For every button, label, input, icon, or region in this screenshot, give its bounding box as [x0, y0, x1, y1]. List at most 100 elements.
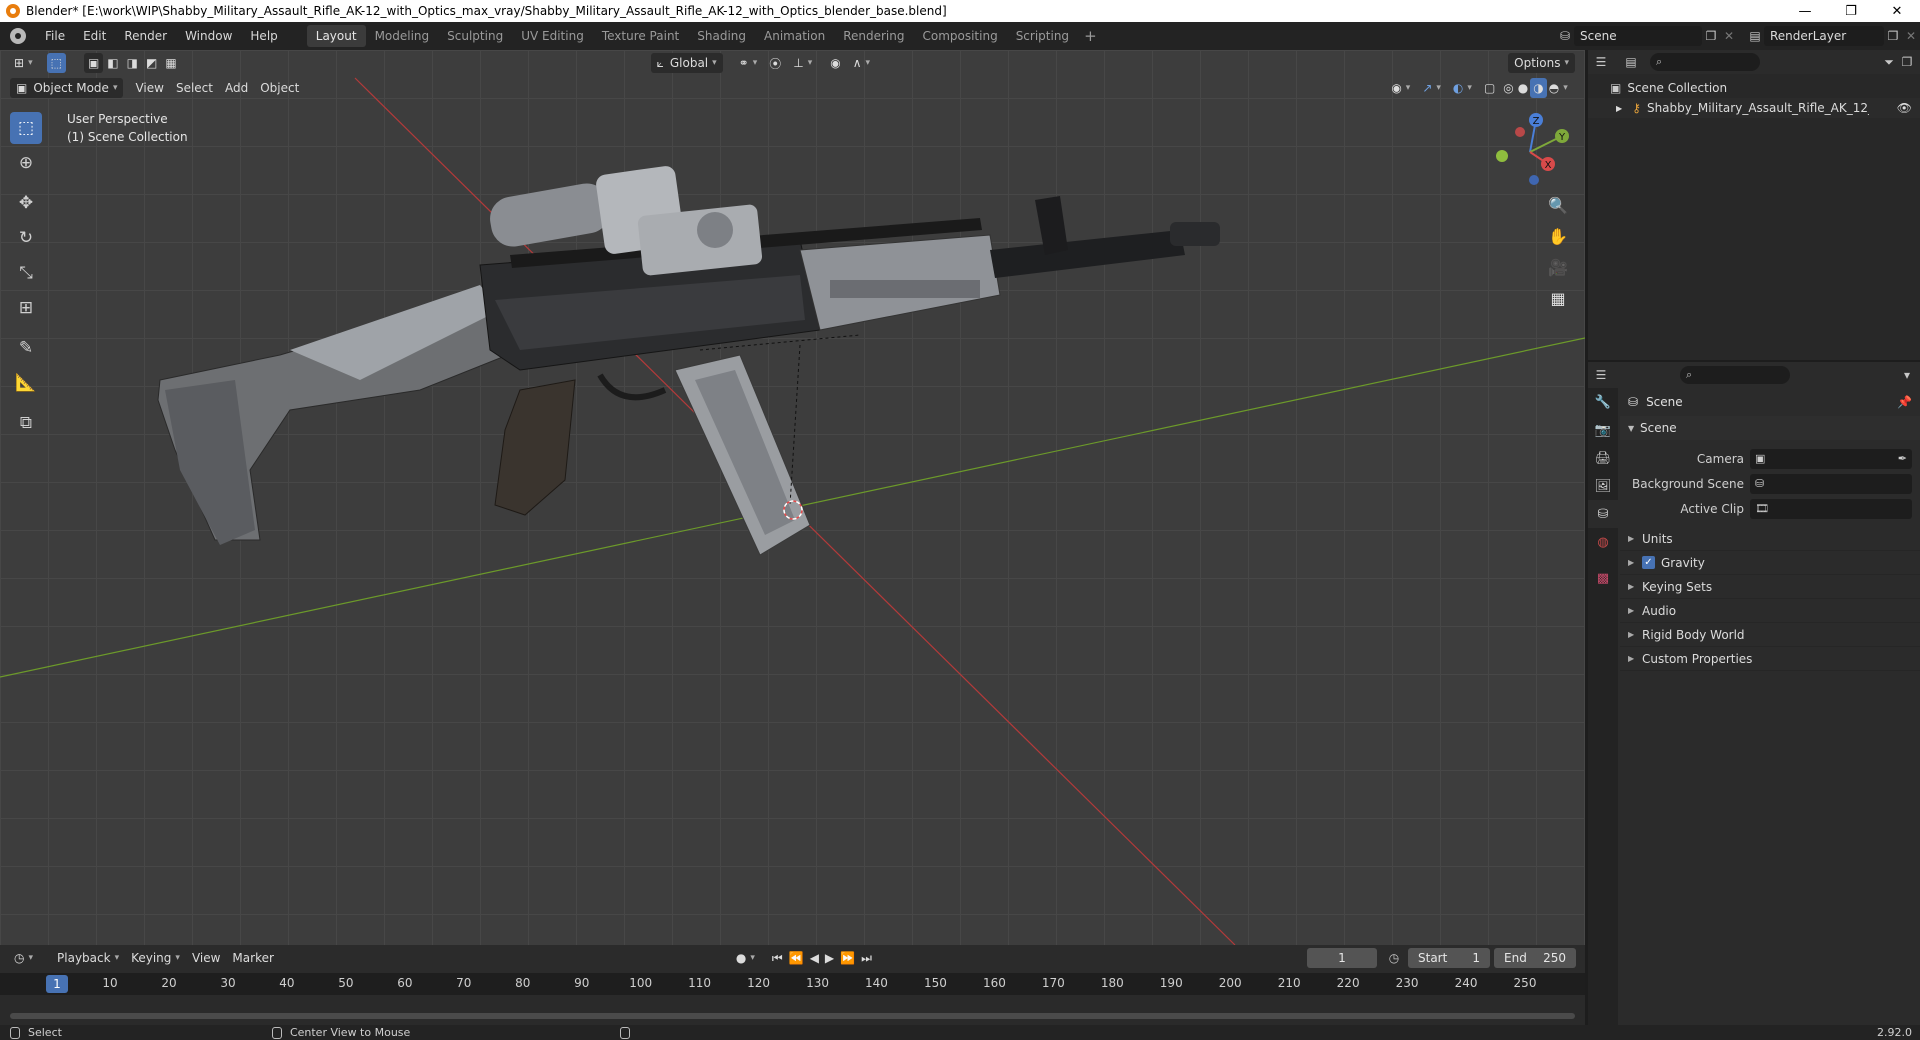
tool-tab-icon[interactable]: 🔧 — [1588, 388, 1618, 416]
texture-tab-icon[interactable]: ▩ — [1588, 564, 1618, 592]
scale-tool-icon[interactable]: ⤡ — [10, 257, 42, 289]
menu-view[interactable]: View — [129, 78, 169, 98]
active-clip-field[interactable]: 🎞 — [1750, 498, 1912, 519]
tab-rendering[interactable]: Rendering — [834, 25, 913, 47]
annotate-tool-icon[interactable]: ✎ — [10, 332, 42, 364]
timeline-view-menu[interactable]: View — [186, 948, 226, 968]
use-preview-range-icon[interactable]: ◷ — [1385, 949, 1403, 967]
maximize-button[interactable]: ❐ — [1828, 0, 1874, 22]
gizmo-toggle-icon[interactable]: ↗ ▾ — [1416, 78, 1447, 98]
close-button[interactable]: ✕ — [1874, 0, 1920, 22]
outliner-scene-collection[interactable]: ▣ Scene Collection — [1588, 78, 1920, 98]
filter-icon[interactable]: ⏷ — [1880, 53, 1898, 71]
eyedropper-icon[interactable]: ✒ — [1898, 452, 1907, 465]
tab-uv-editing[interactable]: UV Editing — [512, 25, 593, 47]
new-collection-icon[interactable]: ❐ — [1898, 53, 1916, 71]
properties-search-input[interactable]: ⌕ — [1680, 366, 1790, 384]
camera-view-icon[interactable]: 🎥 — [1545, 254, 1571, 280]
view-layer-tab-icon[interactable]: 🖼 — [1588, 472, 1618, 500]
panel-keying-sets[interactable]: ▶ Keying Sets — [1620, 575, 1920, 599]
outliner-object-row[interactable]: ▶ ⚷ Shabby_Military_Assault_Rifle_AK_12_… — [1588, 98, 1920, 118]
tab-shading[interactable]: Shading — [688, 25, 755, 47]
material-shading-icon[interactable]: ◑ — [1530, 78, 1547, 98]
select-mode-invert-icon[interactable]: ◩ — [142, 53, 161, 73]
pan-hand-icon[interactable]: ✋ — [1545, 223, 1571, 249]
timeline-body[interactable] — [0, 995, 1585, 1025]
properties-editor-type-icon[interactable]: ☰ — [1592, 366, 1610, 384]
add-cube-tool-icon[interactable]: ⧉ — [10, 407, 42, 439]
tab-compositing[interactable]: Compositing — [913, 25, 1006, 47]
render-tab-icon[interactable]: 📷 — [1588, 416, 1618, 444]
jump-end-icon[interactable]: ⏭ — [858, 948, 875, 968]
view-layer-field[interactable]: RenderLayer — [1764, 26, 1884, 46]
perspective-toggle-icon[interactable]: ▦ — [1545, 285, 1571, 311]
tab-modeling[interactable]: Modeling — [366, 25, 439, 47]
zoom-icon[interactable]: 🔍 — [1545, 192, 1571, 218]
navigation-gizmo[interactable]: Z Y X — [1490, 112, 1570, 192]
proportional-edit-icon[interactable]: ◉ — [824, 53, 846, 73]
menu-help[interactable]: Help — [241, 22, 286, 50]
menu-edit[interactable]: Edit — [74, 22, 115, 50]
panel-audio[interactable]: ▶ Audio — [1620, 599, 1920, 623]
visibility-eye-icon[interactable]: 👁 — [1897, 101, 1912, 115]
menu-select[interactable]: Select — [170, 78, 219, 98]
jump-keyframe-back-icon[interactable]: ⏪ — [786, 948, 807, 968]
snap-target-icon[interactable]: ⊥ ▾ — [787, 53, 818, 73]
transform-orientation-dropdown[interactable]: ⟀ Global ▾ — [650, 53, 723, 73]
playback-menu[interactable]: Playback ▾ — [51, 948, 125, 968]
tab-texture-paint[interactable]: Texture Paint — [593, 25, 688, 47]
scene-tab-icon[interactable]: ⛁ — [1588, 500, 1618, 528]
panel-units[interactable]: ▶ Units — [1620, 527, 1920, 551]
measure-tool-icon[interactable]: 📐 — [10, 367, 42, 399]
cursor-tool-icon[interactable]: ⊕ — [10, 147, 42, 179]
proportional-falloff-icon[interactable]: ∧ ▾ — [847, 53, 876, 73]
tab-layout[interactable]: Layout — [306, 25, 366, 47]
play-reverse-icon[interactable]: ◀ — [807, 948, 822, 968]
current-frame-field[interactable]: 1 — [1307, 948, 1377, 968]
marker-menu[interactable]: Marker — [226, 948, 279, 968]
wireframe-shading-icon[interactable]: ◎ — [1501, 78, 1515, 98]
timeline-scrollbar[interactable] — [10, 1013, 1575, 1019]
transform-tool-icon[interactable]: ⊞ — [10, 292, 42, 324]
tab-animation[interactable]: Animation — [755, 25, 834, 47]
tab-sculpting[interactable]: Sculpting — [438, 25, 512, 47]
background-scene-field[interactable]: ⛁ — [1750, 473, 1912, 494]
timeline-ruler[interactable]: 1 10 20 30 40 50 60 70 80 90 100 110 120 130 140 150 160… — [0, 973, 1585, 995]
editor-type-button[interactable]: ⊞ ▾ — [8, 53, 39, 73]
scene-panel-header[interactable]: ▼ Scene — [1620, 416, 1920, 440]
scene-icon[interactable]: ⛁ — [1556, 27, 1574, 45]
panel-gravity[interactable]: ▶ ✓ Gravity — [1620, 551, 1920, 575]
end-frame-field[interactable]: End 250 — [1494, 948, 1576, 968]
expand-arrow-icon[interactable]: ▶ — [1616, 104, 1622, 113]
snap-toggle-icon[interactable]: ⦿ — [763, 53, 787, 73]
rotate-tool-icon[interactable]: ↻ — [10, 222, 42, 254]
properties-options-icon[interactable]: ▾ — [1898, 366, 1916, 384]
camera-field[interactable]: ▣ ✒ — [1750, 448, 1912, 469]
panel-rigid-body-world[interactable]: ▶ Rigid Body World — [1620, 623, 1920, 647]
move-tool-icon[interactable]: ✥ — [10, 187, 42, 219]
display-mode-icon[interactable]: ▤ — [1622, 53, 1640, 71]
3d-viewport[interactable]: ⊞ ▾ ⬚ ▣ ◧ ◨ ◩ ▦ ⟀ Global ▾ ⚭ ▾ ⦿ ⊥ ▾ ◉ ∧ ▾ Op… — [0, 50, 1585, 945]
rendered-shading-icon[interactable]: ◓ ▾ — [1547, 78, 1570, 98]
select-box-tool-icon[interactable]: ⬚ — [46, 53, 66, 73]
select-mode-new-icon[interactable]: ▣ — [83, 53, 104, 73]
delete-view-layer-icon[interactable]: ✕ — [1902, 27, 1920, 45]
timeline-editor-type-icon[interactable]: ◷ ▾ — [8, 948, 39, 968]
menu-object[interactable]: Object — [254, 78, 305, 98]
visibility-icon[interactable]: ◉ ▾ — [1385, 78, 1416, 98]
delete-scene-icon[interactable]: ✕ — [1720, 27, 1738, 45]
auto-keying-icon[interactable]: ● ▾ — [730, 948, 761, 968]
select-mode-intersect-icon[interactable]: ▦ — [161, 53, 180, 73]
menu-file[interactable]: File — [36, 22, 74, 50]
menu-add[interactable]: Add — [219, 78, 254, 98]
menu-window[interactable]: Window — [176, 22, 241, 50]
jump-start-icon[interactable]: ⏮ — [769, 948, 786, 968]
view-layer-icon[interactable]: ▤ — [1746, 27, 1764, 45]
output-tab-icon[interactable]: 🖨 — [1588, 444, 1618, 472]
options-dropdown[interactable]: Options ▾ — [1508, 53, 1575, 73]
new-view-layer-icon[interactable]: ❐ — [1884, 27, 1902, 45]
start-frame-field[interactable]: Start 1 — [1408, 948, 1490, 968]
tab-scripting[interactable]: Scripting — [1007, 25, 1078, 47]
world-tab-icon[interactable]: ◍ — [1588, 528, 1618, 556]
minimize-button[interactable]: — — [1782, 0, 1828, 22]
